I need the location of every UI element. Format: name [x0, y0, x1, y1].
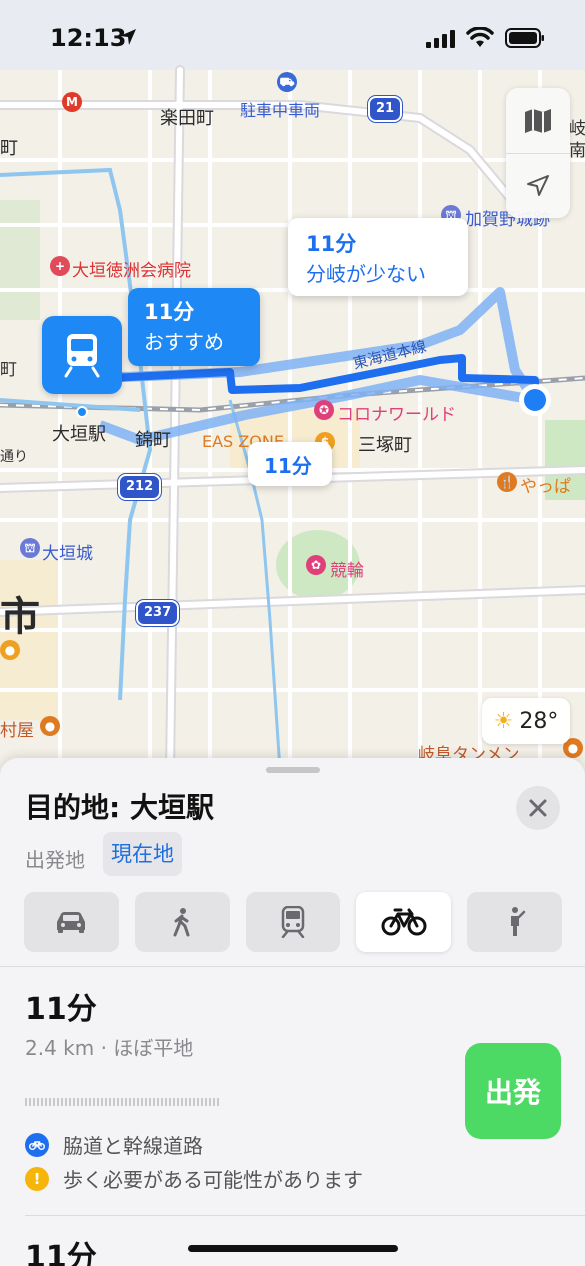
label-left-machi: 町 [0, 360, 17, 380]
castle-icon[interactable]: ⛫ [20, 538, 40, 558]
directions-sheet: 目的地: 大垣駅 出発地 現在地 11分 2.4 km · ほぼ平地 出発 脇道… [0, 758, 585, 1266]
home-indicator[interactable] [188, 1245, 398, 1252]
rideshare-icon [510, 907, 525, 936]
label-ogaki-station: 大垣駅 [52, 424, 106, 445]
recommended-desc: おすすめ [144, 330, 224, 354]
keirin-icon[interactable]: ✿ [306, 555, 326, 575]
current-location-button[interactable] [506, 153, 570, 218]
origin-label: 出発地 [25, 848, 85, 872]
close-icon [529, 799, 547, 817]
destination-title: 目的地: 大垣駅 [25, 791, 214, 824]
restaurant-icon[interactable]: 🍴 [497, 472, 517, 492]
label-parking: 駐車中車両 [240, 101, 321, 120]
label-mitsuka: 三塚町 [358, 435, 412, 456]
status-bar: 12:13 [0, 0, 585, 70]
bicycle-icon [381, 908, 427, 936]
bike-road-icon [25, 1132, 49, 1157]
map-mode-button[interactable] [506, 88, 570, 153]
warning-icon: ! [25, 1166, 49, 1191]
recommended-time: 11分 [144, 300, 195, 324]
location-arrow-outline-icon [527, 175, 549, 196]
route1-note-roads: 脇道と幹線道路 [25, 1130, 203, 1159]
status-time: 12:13 [50, 24, 127, 52]
label-ogaki-castle: 大垣城 [42, 544, 93, 564]
car-poi-icon[interactable]: ⛟ [277, 72, 297, 92]
route-divider [25, 1215, 585, 1216]
mode-walk-button[interactable] [134, 892, 230, 952]
route1-time: 11分 [25, 992, 97, 1027]
elevation-graph [25, 1098, 221, 1106]
hospital-icon[interactable]: + [50, 256, 70, 276]
route1-detail: 2.4 km · ほぼ平地 [25, 1036, 194, 1060]
transit-icon [281, 906, 305, 938]
recommended-route-callout[interactable]: 11分 おすすめ [128, 288, 260, 366]
route1-note-walk-text: 歩く必要がある可能性があります [63, 1168, 363, 1192]
alt-top-time: 11分 [306, 232, 357, 256]
label-keirin: 競輪 [330, 561, 364, 581]
label-shi: 市 [0, 594, 40, 640]
mode-rideshare-button[interactable] [467, 892, 562, 952]
label-corona: コロナワールド [337, 405, 456, 425]
shop-icon-left[interactable]: ● [0, 640, 20, 660]
alt-route-callout-bottom[interactable]: 11分 [248, 442, 332, 486]
battery-icon [505, 28, 544, 48]
sheet-grabber[interactable] [266, 767, 320, 773]
train-icon [64, 334, 100, 378]
cellular-signal-icon [426, 30, 455, 48]
alt-top-desc: 分岐が少ない [306, 262, 426, 286]
car-icon [57, 912, 86, 933]
location-arrow-icon [120, 29, 136, 45]
wifi-icon [466, 27, 494, 47]
alt-route-callout-top[interactable]: 11分 分岐が少ない [288, 218, 468, 296]
origin-value-button[interactable]: 現在地 [103, 832, 182, 876]
route1-note-roads-text: 脇道と幹線道路 [63, 1134, 203, 1158]
alt-bottom-time: 11分 [264, 454, 312, 478]
route1-note-walk: ! 歩く必要がある可能性があります [25, 1164, 363, 1193]
weather-temp: 28° [519, 708, 559, 734]
map-controls [506, 88, 570, 218]
restaurant-icon-left[interactable]: ● [40, 716, 60, 736]
mcdonalds-icon[interactable]: M [62, 92, 82, 112]
weather-badge: ☀ 28° [482, 698, 570, 744]
go-button[interactable]: 出発 [465, 1043, 561, 1139]
map-icon [525, 108, 551, 133]
sun-icon: ☀ [493, 708, 514, 734]
close-button[interactable] [516, 786, 560, 830]
mode-bicycle-button[interactable] [356, 892, 452, 952]
route-212-shield: 212 [118, 474, 162, 500]
walk-icon [173, 908, 190, 937]
route2-time: 11分 [25, 1240, 97, 1266]
label-rakuden: 楽田町 [160, 108, 214, 129]
label-nishiki: 錦町 [135, 430, 171, 451]
transport-mode-selector [24, 892, 562, 952]
destination-station-marker[interactable] [42, 316, 122, 394]
route-21-shield: 21 [368, 96, 403, 122]
map-view[interactable]: M 楽田町 ⛟ 駐車中車両 21 町 岐 南 ⛫ 加賀野城跡 + 大垣徳洲会病院… [0, 0, 585, 770]
mode-car-button[interactable] [24, 892, 119, 952]
route-237-shield: 237 [136, 600, 180, 626]
entertainment-icon[interactable]: ✪ [314, 400, 334, 420]
label-muraya: 村屋 [0, 721, 34, 741]
label-yappa: やっぱ [520, 477, 571, 497]
mode-transit-button[interactable] [245, 892, 341, 952]
label-dori: 通り [0, 449, 28, 465]
sheet-divider [0, 966, 585, 967]
label-hospital: 大垣徳洲会病院 [72, 261, 191, 281]
label-gifu-top2: 南 [569, 141, 585, 161]
label-machi: 町 [0, 138, 18, 159]
